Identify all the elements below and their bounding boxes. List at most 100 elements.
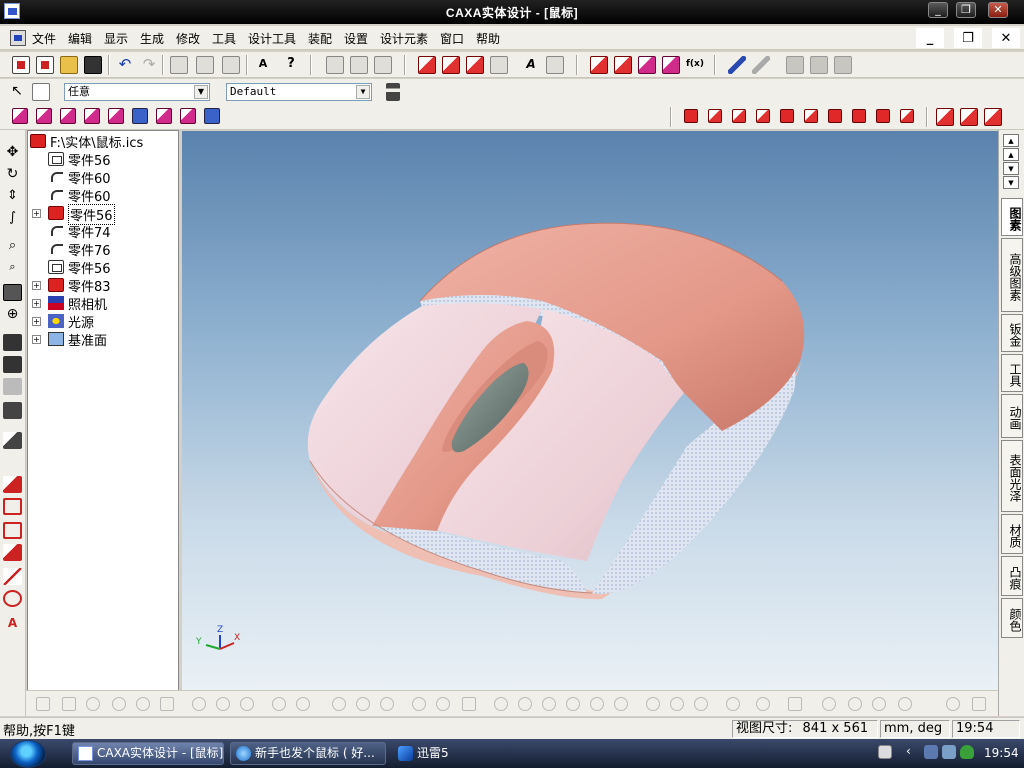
render-mode-3-icon[interactable] — [984, 108, 1002, 126]
render-icon[interactable] — [326, 56, 344, 74]
grayed-tool-icon[interactable] — [86, 697, 100, 711]
grayed-tool-icon[interactable] — [822, 697, 836, 711]
expand-icon[interactable]: + — [32, 281, 41, 290]
tool-a-icon[interactable] — [786, 56, 804, 74]
view-back-icon[interactable] — [708, 109, 722, 123]
grayed-tool-icon[interactable] — [272, 697, 286, 711]
fx-icon[interactable]: f(x) — [686, 56, 704, 74]
grayed-tool-icon[interactable] — [240, 697, 254, 711]
chevron-down-icon[interactable]: ▼ — [356, 85, 370, 99]
grayed-tool-icon[interactable] — [192, 697, 206, 711]
move-icon[interactable]: ✥ — [3, 144, 22, 161]
task-browser[interactable]: 新手也发个鼠标 ( 好... — [230, 742, 386, 765]
grayed-tool-icon[interactable] — [694, 697, 708, 711]
grayed-tool-icon[interactable] — [566, 697, 580, 711]
scroll-up-icon[interactable]: ▲ — [1003, 148, 1019, 161]
grayed-tool-icon[interactable] — [614, 697, 628, 711]
material-icon[interactable] — [374, 56, 392, 74]
scroll-down-icon[interactable]: ▼ — [1003, 162, 1019, 175]
close-button[interactable]: ✕ — [988, 2, 1008, 18]
extrude-icon[interactable] — [418, 56, 436, 74]
view-right-icon[interactable] — [756, 109, 770, 123]
tool-2-icon[interactable] — [36, 108, 52, 124]
menu-design-tools[interactable]: 设计工具 — [248, 30, 296, 47]
tab-emboss[interactable]: 凸痕 — [1001, 556, 1023, 596]
sketch-circle-icon[interactable] — [3, 590, 22, 607]
task-xunlei[interactable]: 迅雷5 — [392, 742, 462, 765]
menu-design-elements[interactable]: 设计元素 — [380, 30, 428, 47]
camera-walk-icon[interactable] — [3, 378, 22, 395]
grayed-tool-icon[interactable] — [136, 697, 150, 711]
paint-tool-icon[interactable] — [3, 432, 22, 449]
sketch-b-icon[interactable] — [3, 544, 22, 561]
grayed-tool-icon[interactable] — [160, 697, 174, 711]
undo-icon[interactable]: ↶ — [116, 56, 134, 74]
tool-7-icon[interactable] — [156, 108, 172, 124]
view-wire-icon[interactable] — [876, 109, 890, 123]
view-hidden-icon[interactable] — [900, 109, 914, 123]
menu-edit[interactable]: 编辑 — [68, 30, 92, 47]
sketch-text-icon[interactable]: A — [3, 616, 22, 633]
open-folder-icon[interactable] — [60, 56, 78, 74]
menu-help[interactable]: 帮助 — [476, 30, 500, 47]
expand-icon[interactable]: + — [32, 317, 41, 326]
camera-tilt-icon[interactable] — [3, 402, 22, 419]
camera-rotate-icon[interactable] — [3, 356, 22, 373]
tool-6-icon[interactable] — [132, 108, 148, 124]
grayed-tool-icon[interactable] — [356, 697, 370, 711]
grayed-tool-icon[interactable] — [332, 697, 346, 711]
grayed-tool-icon[interactable] — [788, 697, 802, 711]
volume-icon[interactable] — [942, 745, 956, 759]
find-icon[interactable]: A — [254, 56, 272, 74]
tab-animation[interactable]: 动画 — [1001, 394, 1023, 438]
expand-icon[interactable]: + — [32, 209, 41, 218]
network-icon[interactable] — [924, 745, 938, 759]
chevron-down-icon[interactable]: ▼ — [194, 85, 208, 99]
tool-5-icon[interactable] — [108, 108, 124, 124]
mdi-close-button[interactable]: ✕ — [992, 28, 1020, 48]
grayed-tool-icon[interactable] — [590, 697, 604, 711]
zoom-fit-icon[interactable] — [3, 284, 22, 301]
grayed-tool-icon[interactable] — [62, 697, 76, 711]
sweep-icon[interactable] — [466, 56, 484, 74]
box-icon[interactable] — [614, 56, 632, 74]
view-bottom-icon[interactable] — [804, 109, 818, 123]
scroll-top-icon[interactable]: ▲ — [1003, 134, 1019, 147]
grayed-tool-icon[interactable] — [848, 697, 862, 711]
keyboard-icon[interactable] — [878, 745, 892, 759]
mirror-icon[interactable] — [662, 56, 680, 74]
grayed-tool-icon[interactable] — [646, 697, 660, 711]
menu-generate[interactable]: 生成 — [140, 30, 164, 47]
grayed-tool-icon[interactable] — [972, 697, 986, 711]
tab-material[interactable]: 材质 — [1001, 514, 1023, 554]
new-icon[interactable] — [12, 56, 30, 74]
grayed-tool-icon[interactable] — [518, 697, 532, 711]
align-icon[interactable] — [638, 56, 656, 74]
tab-tools[interactable]: 工具 — [1001, 354, 1023, 392]
text-icon[interactable]: A — [522, 56, 540, 74]
rotate-icon[interactable]: ↻ — [3, 166, 22, 183]
grayed-tool-icon[interactable] — [436, 697, 450, 711]
new-design-icon[interactable] — [36, 56, 54, 74]
save-icon[interactable] — [84, 56, 102, 74]
render-mode-2-icon[interactable] — [960, 108, 978, 126]
grayed-tool-icon[interactable] — [726, 697, 740, 711]
render-mode-1-icon[interactable] — [936, 108, 954, 126]
target-icon[interactable]: ⊕ — [3, 306, 22, 323]
grayed-tool-icon[interactable] — [670, 697, 684, 711]
face-icon[interactable] — [546, 56, 564, 74]
grayed-tool-icon[interactable] — [872, 697, 886, 711]
minimize-button[interactable]: _ — [928, 2, 948, 18]
grayed-tool-icon[interactable] — [542, 697, 556, 711]
grayed-tool-icon[interactable] — [296, 697, 310, 711]
maximize-button[interactable]: ❐ — [956, 2, 976, 18]
help-pointer-icon[interactable]: ? — [282, 56, 300, 74]
selection-filter-combo[interactable]: 任意 ▼ — [64, 83, 210, 101]
select-arrow-icon[interactable]: ↖ — [8, 83, 26, 101]
grayed-tool-icon[interactable] — [946, 697, 960, 711]
document-icon[interactable] — [10, 30, 26, 46]
grayed-tool-icon[interactable] — [412, 697, 426, 711]
zoom-icon[interactable]: ⌕ — [3, 238, 22, 255]
paint-icon[interactable] — [752, 56, 770, 74]
grayed-tool-icon[interactable] — [462, 697, 476, 711]
